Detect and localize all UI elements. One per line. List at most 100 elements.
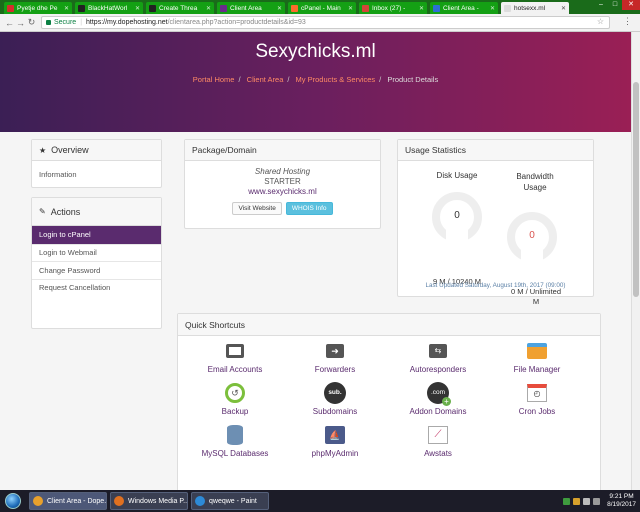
shortcuts-panel: Quick Shortcuts Email Accounts ➜ Forwarder… <box>177 313 601 490</box>
favicon-icon <box>7 4 14 12</box>
bookmark-star-icon[interactable]: ☆ <box>597 17 604 26</box>
url-input[interactable]: Secure | https://my.dopehosting.net/clie… <box>41 16 610 29</box>
sidebar-item-change-password[interactable]: Change Password <box>32 261 161 279</box>
back-icon[interactable]: ← <box>4 18 15 28</box>
browser-tab[interactable]: Client Area - ✕ <box>430 2 498 14</box>
shortcut-cron-jobs[interactable]: ◴ Cron Jobs <box>487 382 587 416</box>
taskbar: Client Area - Dope... Windows Media P... q… <box>0 490 640 512</box>
clock-date: 8/19/2017 <box>607 501 636 508</box>
shortcut-autoresponders[interactable]: ⇆ Autoresponders <box>388 340 488 374</box>
network-icon[interactable] <box>583 497 591 505</box>
shortcut-awstats[interactable]: ⟋ Awstats <box>388 424 488 458</box>
scrollbar-thumb[interactable] <box>633 82 639 297</box>
favicon-icon <box>433 4 440 12</box>
actions-heading: ✎ Actions <box>32 198 161 226</box>
browser-tab[interactable]: Inbox (27) - ✕ <box>359 2 427 14</box>
reload-icon[interactable]: ↻ <box>26 17 37 28</box>
address-bar: ← → ↻ Secure | https://my.dopehosting.ne… <box>0 14 640 32</box>
browser-menu-icon[interactable]: ⋮ <box>623 16 632 27</box>
browser-tab[interactable]: BlackHatWorl ✕ <box>75 2 143 14</box>
start-button[interactable] <box>0 490 26 512</box>
sidebar-item-login-cpanel[interactable]: Login to cPanel <box>32 226 161 244</box>
browser-tab-label: Create Threa <box>159 4 198 12</box>
page-title: Sexychicks.ml <box>255 41 376 62</box>
addon-domain-icon: .com + <box>427 382 451 406</box>
breadcrumb-products[interactable]: My Products & Services <box>296 75 376 84</box>
tab-close-icon[interactable]: ✕ <box>490 5 495 12</box>
forward-icon: ➜ <box>324 340 346 362</box>
shortcut-label: Cron Jobs <box>518 407 556 416</box>
tray-icon[interactable] <box>563 497 571 505</box>
subdomain-icon: sub. <box>324 382 346 404</box>
shortcuts-heading: Quick Shortcuts <box>178 314 600 336</box>
usage-panel: Usage Statistics Disk Usage Bandwidth Usa… <box>397 139 594 306</box>
package-heading: Package/Domain <box>185 140 380 161</box>
tab-close-icon[interactable]: ✕ <box>64 5 69 12</box>
clock[interactable]: 9:21 PM 8/19/2017 <box>607 493 636 509</box>
package-group: Shared Hosting <box>254 167 311 176</box>
system-tray: 9:21 PM 8/19/2017 <box>563 493 640 509</box>
email-icon <box>224 340 246 362</box>
minimize-icon[interactable]: – <box>594 0 608 10</box>
volume-icon[interactable] <box>593 497 601 505</box>
tab-close-icon[interactable]: ✕ <box>561 5 566 12</box>
maximize-icon[interactable]: □ <box>608 0 622 10</box>
windows-orb-icon <box>5 493 21 509</box>
forward-icon[interactable]: → <box>15 18 26 28</box>
favicon-icon <box>362 4 369 12</box>
taskbar-item[interactable]: Client Area - Dope... <box>29 492 107 510</box>
visit-website-button[interactable]: Visit Website <box>232 202 282 215</box>
package-domain-link[interactable]: www.sexychicks.ml <box>248 187 316 196</box>
shortcut-forwarders[interactable]: ➜ Forwarders <box>285 340 385 374</box>
browser-tab-label: hotsexx.ml <box>514 4 546 12</box>
url-path: /clientarea.php?action=productdetails&id… <box>167 19 306 26</box>
whois-info-button[interactable]: WHOIS Info <box>285 202 333 215</box>
tab-close-icon[interactable]: ✕ <box>135 5 140 12</box>
chart-icon: ⟋ <box>427 424 449 446</box>
sidebar-item-information[interactable]: Information <box>32 161 161 187</box>
folder-icon <box>526 340 548 362</box>
tab-close-icon[interactable]: ✕ <box>206 5 211 12</box>
shortcut-addon-domains[interactable]: .com + Addon Domains <box>388 382 488 416</box>
tray-icon[interactable] <box>573 497 581 505</box>
sidebar-item-request-cancellation[interactable]: Request Cancellation <box>32 278 161 297</box>
actions-panel: ✎ Actions Login to cPanel Login to Webmai… <box>31 197 162 329</box>
breadcrumb-portal-home[interactable]: Portal Home <box>193 75 235 84</box>
tab-close-icon[interactable]: ✕ <box>419 5 424 12</box>
page-scrollbar[interactable] <box>631 32 640 490</box>
overview-heading: ★ Overview <box>32 140 161 161</box>
shortcut-label: Awstats <box>424 449 452 458</box>
favicon-icon <box>504 4 511 12</box>
disk-usage-value: 0 <box>454 210 460 221</box>
secure-indicator[interactable]: Secure <box>46 19 76 26</box>
browser-tab-label: BlackHatWorl <box>88 4 128 12</box>
browser-tab-label: Inbox (27) - <box>372 4 406 12</box>
breadcrumb-client-area[interactable]: Client Area <box>247 75 284 84</box>
app-icon <box>195 496 205 506</box>
shortcut-file-manager[interactable]: File Manager <box>487 340 587 374</box>
tab-close-icon[interactable]: ✕ <box>277 5 282 12</box>
taskbar-item[interactable]: Windows Media P... <box>110 492 188 510</box>
browser-tab[interactable]: cPanel - Main ✕ <box>288 2 356 14</box>
shortcut-label: Autoresponders <box>409 365 467 374</box>
taskbar-item-label: qweqwe - Paint <box>209 497 257 505</box>
sidebar-item-login-webmail[interactable]: Login to Webmail <box>32 243 161 262</box>
breadcrumb: Portal Home / Client Area / My Products & … <box>192 75 439 84</box>
shortcut-email-accounts[interactable]: Email Accounts <box>185 340 285 374</box>
close-icon[interactable]: ✕ <box>622 0 640 10</box>
tab-close-icon[interactable]: ✕ <box>348 5 353 12</box>
browser-tab[interactable]: hotsexx.ml ✕ <box>501 2 569 14</box>
shortcut-phpmyadmin[interactable]: ⛵ phpMyAdmin <box>285 424 385 458</box>
browser-tab[interactable]: Create Threa ✕ <box>146 2 214 14</box>
taskbar-item[interactable]: qweqwe - Paint <box>191 492 269 510</box>
browser-tab[interactable]: Pyetje dhe Pe ✕ <box>4 2 72 14</box>
shortcut-label: MySQL Databases <box>201 449 269 458</box>
taskbar-item-label: Windows Media P... <box>128 497 188 505</box>
shortcut-subdomains[interactable]: sub. Subdomains <box>285 382 385 416</box>
shortcut-backup[interactable]: ↺ Backup <box>185 382 285 416</box>
shortcut-mysql-databases[interactable]: MySQL Databases <box>185 424 285 458</box>
browser-tab[interactable]: Client Area ✕ <box>217 2 285 14</box>
browser-tab-bar: Pyetje dhe Pe ✕ BlackHatWorl ✕ Create Threa ✕… <box>0 0 640 14</box>
backup-icon: ↺ <box>224 382 246 404</box>
secure-label: Secure <box>54 19 77 26</box>
